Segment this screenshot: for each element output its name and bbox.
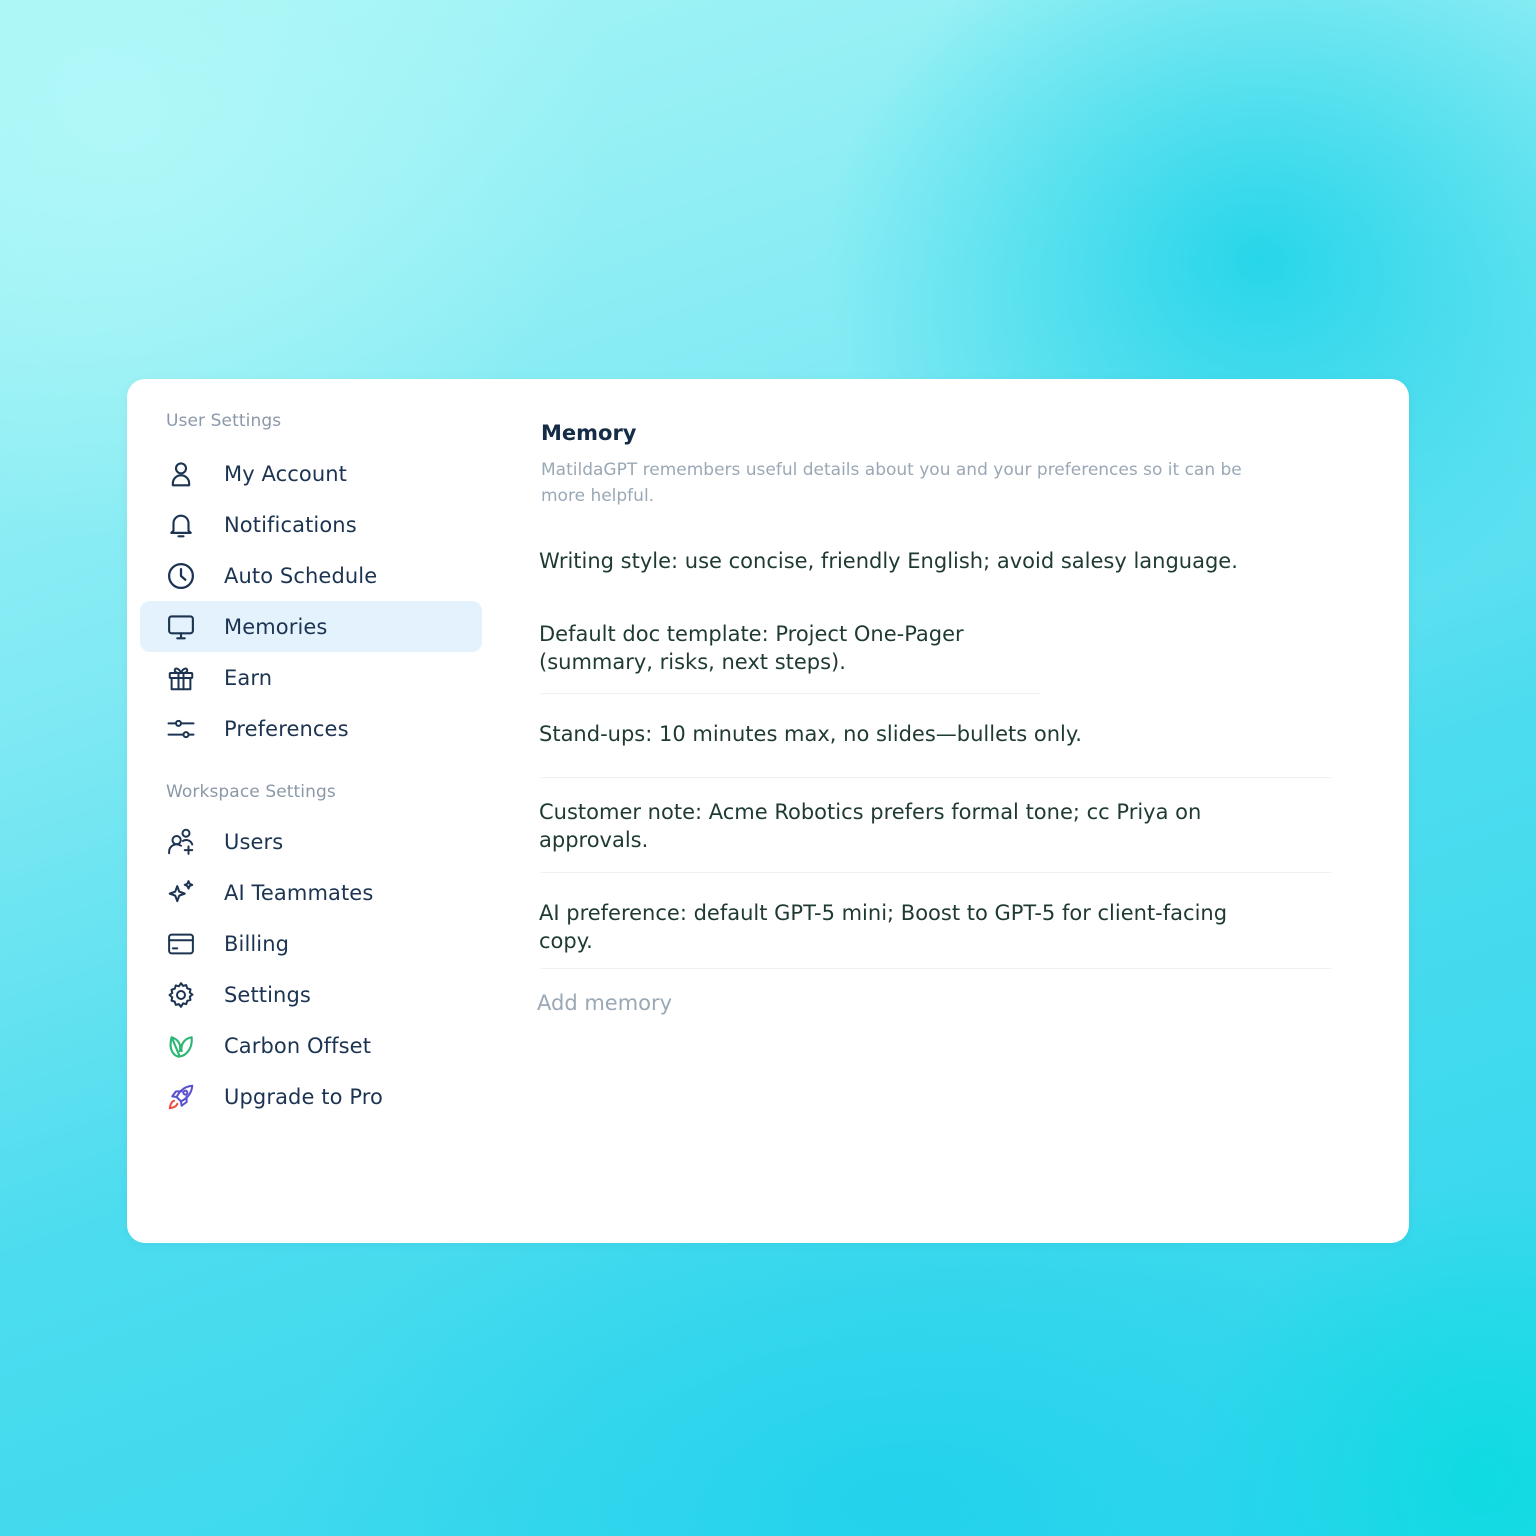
sidebar-item-label: Upgrade to Pro xyxy=(224,1084,383,1109)
sidebar-item-ai-teammates[interactable]: AI Teammates xyxy=(140,867,482,918)
clock-icon xyxy=(164,559,198,593)
settings-card: User Settings My Account Notifications A… xyxy=(127,379,1409,1243)
sidebar-item-settings[interactable]: Settings xyxy=(140,969,482,1020)
sidebar-item-carbon-offset[interactable]: Carbon Offset xyxy=(140,1020,482,1071)
memory-item[interactable]: Writing style: use concise, friendly Eng… xyxy=(539,547,1299,575)
workspace-settings-nav: Users AI Teammates Billing Settings Carb… xyxy=(140,816,482,1122)
sidebar-item-label: Auto Schedule xyxy=(224,563,378,588)
credit-card-icon xyxy=(164,927,198,961)
sidebar-item-label: Carbon Offset xyxy=(224,1033,372,1058)
user-icon xyxy=(164,457,198,491)
leaf-icon xyxy=(164,1029,198,1063)
settings-sidebar: User Settings My Account Notifications A… xyxy=(127,379,507,1243)
gift-icon xyxy=(164,661,198,695)
sidebar-item-upgrade-to-pro[interactable]: Upgrade to Pro xyxy=(140,1071,482,1122)
sliders-icon xyxy=(164,712,198,746)
sidebar-item-auto-schedule[interactable]: Auto Schedule xyxy=(140,550,482,601)
workspace-settings-label: Workspace Settings xyxy=(166,782,336,802)
gear-icon xyxy=(164,978,198,1012)
sidebar-item-users[interactable]: Users xyxy=(140,816,482,867)
sidebar-item-label: Earn xyxy=(224,665,273,690)
memory-panel: Memory MatildaGPT remembers useful detai… xyxy=(537,379,1337,1243)
add-memory-input[interactable]: Add memory xyxy=(537,991,672,1015)
memory-item[interactable]: Default doc template: Project One-Pager … xyxy=(539,620,999,676)
memory-item[interactable]: Stand-ups: 10 minutes max, no slides—bul… xyxy=(539,720,1299,748)
sidebar-item-my-account[interactable]: My Account xyxy=(140,448,482,499)
add-users-icon xyxy=(164,825,198,859)
sidebar-item-memories[interactable]: Memories xyxy=(140,601,482,652)
sidebar-item-earn[interactable]: Earn xyxy=(140,652,482,703)
sidebar-item-billing[interactable]: Billing xyxy=(140,918,482,969)
sidebar-item-label: AI Teammates xyxy=(224,880,374,905)
memory-item[interactable]: AI preference: default GPT-5 mini; Boost… xyxy=(539,899,1259,955)
memory-description: MatildaGPT remembers useful details abou… xyxy=(541,460,1242,506)
page-title: Memory xyxy=(541,421,637,445)
bell-icon xyxy=(164,508,198,542)
memory-divider xyxy=(541,872,1331,873)
monitor-icon xyxy=(164,610,198,644)
sidebar-item-label: Users xyxy=(224,829,284,854)
memory-item[interactable]: Customer note: Acme Robotics prefers for… xyxy=(539,798,1239,854)
sidebar-item-label: Billing xyxy=(224,931,290,956)
user-settings-label: User Settings xyxy=(166,411,282,431)
memory-divider xyxy=(541,777,1331,778)
sidebar-item-label: Notifications xyxy=(224,512,357,537)
memory-divider xyxy=(541,693,1041,694)
rocket-icon xyxy=(164,1080,198,1114)
sidebar-item-notifications[interactable]: Notifications xyxy=(140,499,482,550)
sidebar-item-label: Settings xyxy=(224,982,311,1007)
user-settings-nav: My Account Notifications Auto Schedule M… xyxy=(140,448,482,754)
memory-divider xyxy=(541,968,1331,969)
sidebar-item-preferences[interactable]: Preferences xyxy=(140,703,482,754)
sidebar-item-label: Preferences xyxy=(224,716,349,741)
sidebar-item-label: Memories xyxy=(224,614,328,639)
sidebar-item-label: My Account xyxy=(224,461,348,486)
sparkles-icon xyxy=(164,876,198,910)
